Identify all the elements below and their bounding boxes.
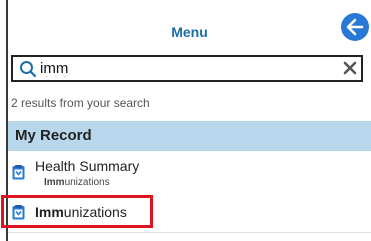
divider (8, 232, 371, 233)
match-highlight: Imm (35, 204, 64, 220)
search-box (11, 55, 363, 82)
section-header-my-record: My Record (8, 121, 371, 151)
arrow-left-icon (346, 18, 364, 36)
subtitle-rest: unizations (64, 177, 110, 188)
result-subtitle: Immunizations (44, 177, 110, 188)
match-highlight: Imm (44, 177, 65, 188)
search-input[interactable] (40, 58, 330, 79)
close-icon[interactable] (343, 61, 357, 75)
document-icon (12, 165, 25, 180)
title-rest: unizations (63, 204, 127, 220)
results-count: 2 results from your search (11, 96, 150, 110)
search-icon[interactable] (19, 60, 37, 78)
back-button[interactable] (341, 13, 369, 41)
document-icon (12, 205, 25, 220)
menu-panel: Menu 2 results from your search My Recor… (0, 0, 371, 241)
result-immunizations[interactable]: Immunizations (8, 196, 371, 230)
menu-header: Menu (8, 0, 371, 50)
result-health-summary[interactable]: Health Summary Immunizations (8, 155, 371, 191)
section-title: My Record (15, 127, 92, 144)
menu-title: Menu (171, 24, 208, 40)
result-title: Health Summary (35, 158, 140, 174)
result-title: Immunizations (35, 204, 127, 220)
